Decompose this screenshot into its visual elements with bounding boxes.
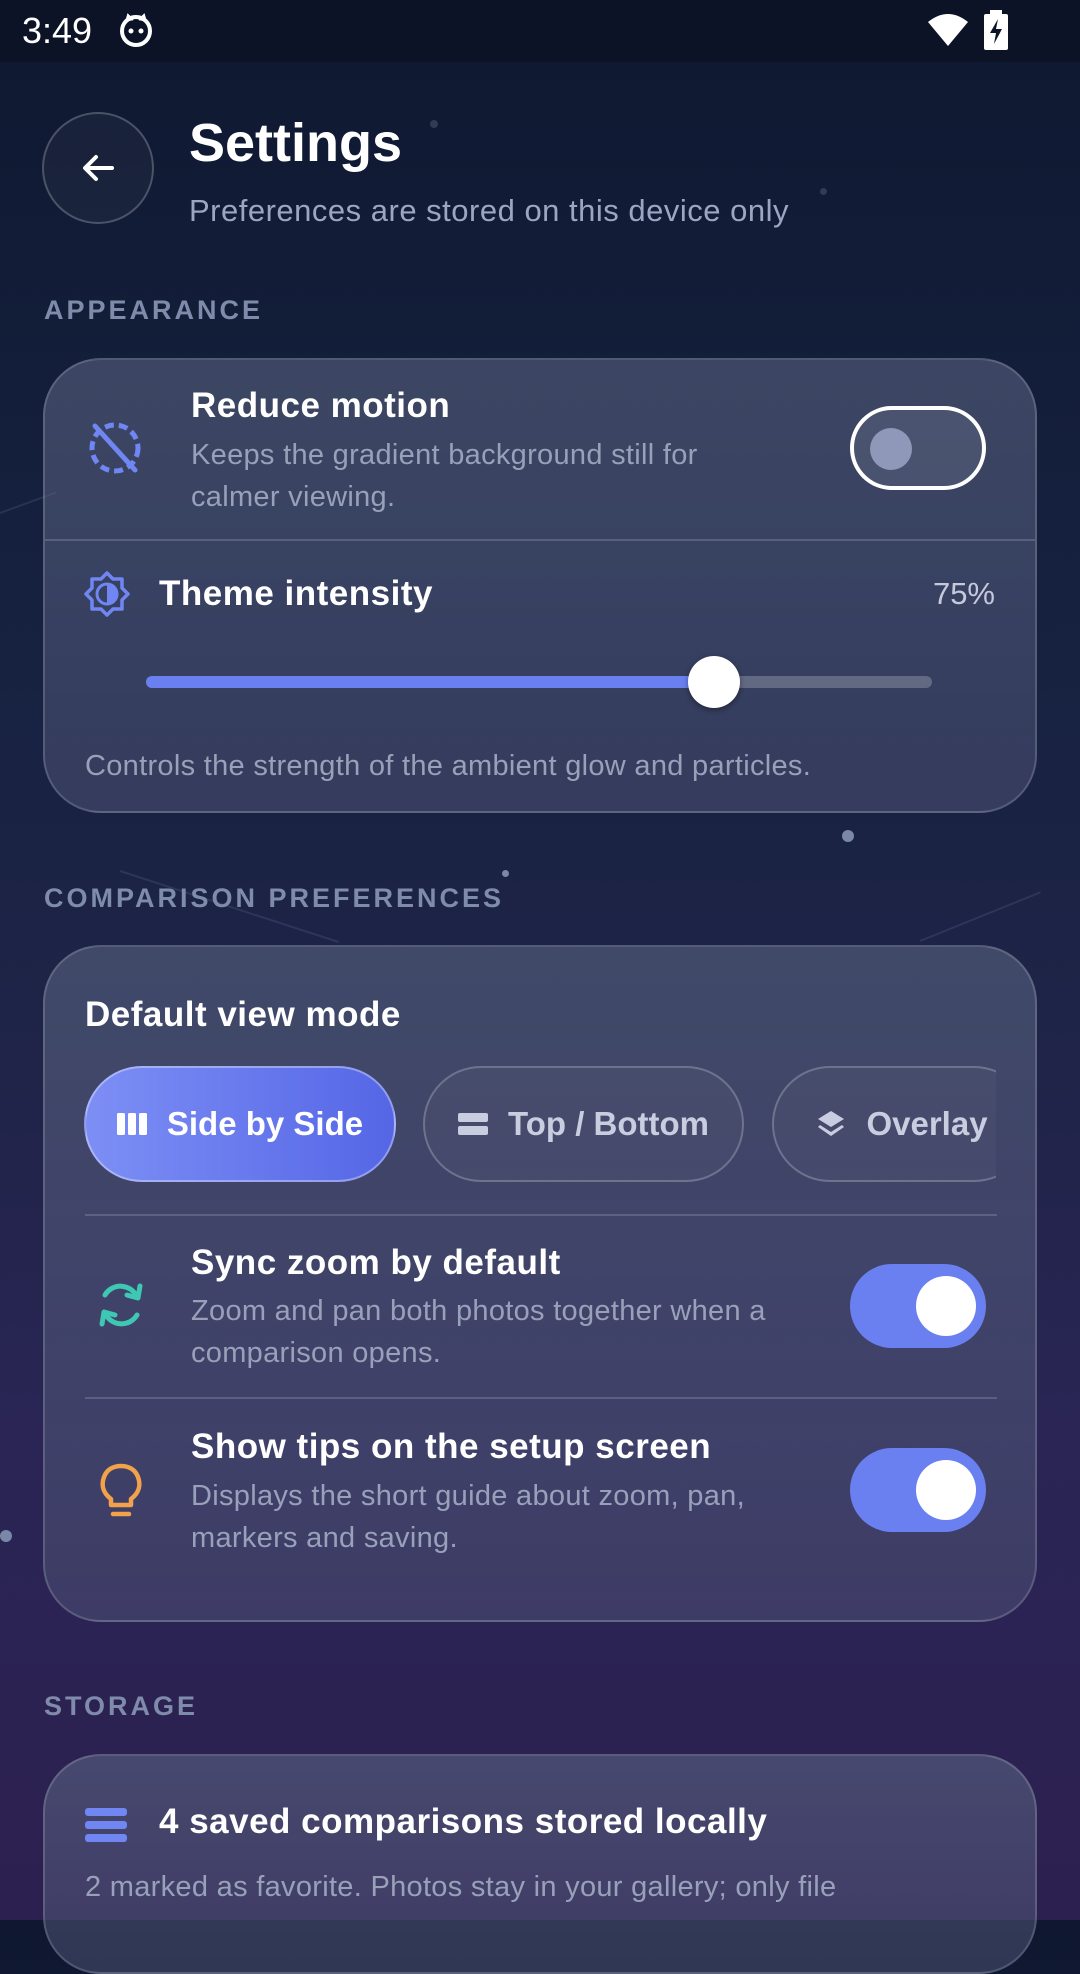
bg-particle xyxy=(430,120,438,128)
section-label-storage: STORAGE xyxy=(44,1691,199,1721)
layers-icon xyxy=(818,1111,845,1136)
sync-zoom-toggle[interactable] xyxy=(850,1264,986,1348)
divider xyxy=(45,539,1035,541)
show-tips-description: Displays the short guide about zoom, pan… xyxy=(191,1480,745,1554)
page-title: Settings xyxy=(189,113,403,173)
battery-charging-icon xyxy=(984,10,1008,50)
columns-icon xyxy=(116,1113,147,1135)
divider xyxy=(85,1214,997,1216)
page-subtitle: Preferences are stored on this device on… xyxy=(189,193,789,228)
toggle-knob xyxy=(916,1460,976,1520)
view-mode-top-bottom[interactable]: Top / Bottom xyxy=(423,1066,744,1182)
slider-thumb[interactable] xyxy=(688,656,740,708)
rows-icon xyxy=(458,1113,488,1135)
bg-particle xyxy=(0,1530,12,1542)
bg-particle xyxy=(820,188,827,195)
toggle-knob xyxy=(916,1276,976,1336)
status-bar: 3:49 xyxy=(0,0,1080,62)
storage-description: 2 marked as favorite. Photos stay in you… xyxy=(85,1871,837,1903)
lightbulb-icon xyxy=(100,1463,142,1517)
section-label-comparison: COMPARISON PREFERENCES xyxy=(44,883,505,913)
toggle-knob xyxy=(870,428,912,470)
theme-intensity-slider[interactable] xyxy=(146,656,932,708)
reduce-motion-description: Keeps the gradient background still for … xyxy=(191,439,698,513)
storage-list-icon xyxy=(85,1808,127,1842)
bg-streak xyxy=(919,891,1041,942)
appearance-card: Reduce motion Keeps the gradient backgro… xyxy=(43,358,1037,813)
comparison-card: Default view mode Sync zoom by default Z… xyxy=(43,945,1037,1622)
brightness-icon xyxy=(84,571,130,617)
bg-particle xyxy=(842,830,854,842)
divider xyxy=(85,1397,997,1399)
theme-intensity-title: Theme intensity xyxy=(159,574,433,613)
storage-card: 4 saved comparisons stored locally 2 mar… xyxy=(43,1754,1037,1974)
view-mode-label: Top / Bottom xyxy=(508,1105,709,1142)
theme-intensity-description: Controls the strength of the ambient glo… xyxy=(85,750,812,782)
back-button[interactable] xyxy=(42,112,154,224)
wifi-icon xyxy=(928,14,968,46)
view-mode-label: Side by Side xyxy=(166,1105,364,1142)
arrow-left-icon xyxy=(83,155,114,181)
cat-icon xyxy=(120,13,152,47)
theme-intensity-value: 75% xyxy=(932,576,995,611)
view-mode-side-by-side[interactable]: Side by Side xyxy=(84,1066,396,1182)
status-time: 3:49 xyxy=(22,10,93,51)
default-view-mode-title: Default view mode xyxy=(85,995,401,1034)
reduce-motion-title: Reduce motion xyxy=(191,386,451,425)
sync-zoom-title: Sync zoom by default xyxy=(191,1243,561,1282)
section-label-appearance: APPEARANCE xyxy=(44,295,264,325)
view-mode-label: Overlay xyxy=(866,1105,988,1142)
view-mode-overlay[interactable]: Overlay xyxy=(772,1066,996,1182)
storage-summary: 4 saved comparisons stored locally xyxy=(159,1802,768,1841)
show-tips-title: Show tips on the setup screen xyxy=(191,1427,712,1466)
bg-particle xyxy=(502,870,509,877)
reduce-motion-toggle[interactable] xyxy=(850,406,986,490)
sync-icon xyxy=(99,1283,143,1327)
motion-off-icon xyxy=(89,422,141,474)
show-tips-toggle[interactable] xyxy=(850,1448,986,1532)
slider-fill xyxy=(146,676,714,688)
sync-zoom-description: Zoom and pan both photos together when a… xyxy=(191,1295,766,1369)
